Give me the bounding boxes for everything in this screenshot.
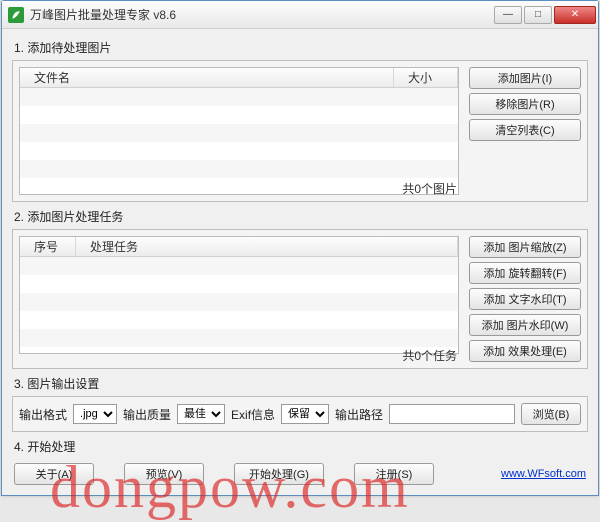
add-image-button[interactable]: 添加图片(I) — [469, 67, 581, 89]
file-list-rows — [20, 88, 458, 195]
section4-buttons: 关于(A) 预览(V) 开始处理(G) 注册(S) www.WFsoft.com — [12, 459, 588, 485]
window-controls: — □ ✕ — [494, 6, 596, 24]
task-list-header: 序号 处理任务 — [20, 237, 458, 257]
exif-select[interactable]: 保留 — [281, 404, 329, 424]
col-size[interactable]: 大小 — [394, 68, 458, 87]
add-zoom-button[interactable]: 添加 图片缩放(Z) — [469, 236, 581, 258]
about-button[interactable]: 关于(A) — [14, 463, 94, 485]
section1-panel: 文件名 大小 添加图片(I) 移除图片(R) 清空列表(C) 共0个图片 — [12, 60, 588, 202]
close-button[interactable]: ✕ — [554, 6, 596, 24]
col-seq[interactable]: 序号 — [20, 237, 76, 256]
clear-list-button[interactable]: 清空列表(C) — [469, 119, 581, 141]
quality-select[interactable]: 最佳 — [177, 404, 225, 424]
col-filename[interactable]: 文件名 — [20, 68, 394, 87]
section1-buttons: 添加图片(I) 移除图片(R) 清空列表(C) — [469, 67, 581, 195]
app-window: 万峰图片批量处理专家 v8.6 — □ ✕ 1. 添加待处理图片 文件名 大小 — [1, 0, 599, 496]
add-textwm-button[interactable]: 添加 文字水印(T) — [469, 288, 581, 310]
start-button[interactable]: 开始处理(G) — [234, 463, 324, 485]
format-select[interactable]: .jpg — [73, 404, 117, 424]
maximize-button[interactable]: □ — [524, 6, 552, 24]
content-area: 1. 添加待处理图片 文件名 大小 添加图片(I) 移除图片(R) 清空列表(C… — [2, 29, 598, 495]
file-count-label: 共0个图片 — [402, 180, 457, 197]
add-imgwm-button[interactable]: 添加 图片水印(W) — [469, 314, 581, 336]
minimize-button[interactable]: — — [494, 6, 522, 24]
section2-buttons: 添加 图片缩放(Z) 添加 旋转翻转(F) 添加 文字水印(T) 添加 图片水印… — [469, 236, 581, 362]
remove-image-button[interactable]: 移除图片(R) — [469, 93, 581, 115]
task-list[interactable]: 序号 处理任务 — [19, 236, 459, 354]
section4-label: 4. 开始处理 — [14, 438, 588, 455]
section3-panel: 输出格式 .jpg 输出质量 最佳 Exif信息 保留 输出路径 浏览(B) — [12, 396, 588, 432]
section2-panel: 序号 处理任务 添加 图片缩放(Z) 添加 旋转翻转(F) 添加 文字水印(T)… — [12, 229, 588, 369]
app-icon — [8, 7, 24, 23]
section1-label: 1. 添加待处理图片 — [14, 39, 588, 56]
add-rotate-button[interactable]: 添加 旋转翻转(F) — [469, 262, 581, 284]
add-effect-button[interactable]: 添加 效果处理(E) — [469, 340, 581, 362]
section2-label: 2. 添加图片处理任务 — [14, 208, 588, 225]
quality-label: 输出质量 — [123, 406, 171, 423]
output-path-input[interactable] — [389, 404, 515, 424]
section3-label: 3. 图片输出设置 — [14, 375, 588, 392]
format-label: 输出格式 — [19, 406, 67, 423]
titlebar: 万峰图片批量处理专家 v8.6 — □ ✕ — [2, 1, 598, 29]
exif-label: Exif信息 — [231, 406, 275, 423]
website-link[interactable]: www.WFsoft.com — [501, 468, 586, 480]
browse-button[interactable]: 浏览(B) — [521, 403, 581, 425]
preview-button[interactable]: 预览(V) — [124, 463, 204, 485]
col-task[interactable]: 处理任务 — [76, 237, 458, 256]
path-label: 输出路径 — [335, 406, 383, 423]
window-title: 万峰图片批量处理专家 v8.6 — [30, 6, 494, 23]
file-list-header: 文件名 大小 — [20, 68, 458, 88]
task-list-rows — [20, 257, 458, 347]
file-list[interactable]: 文件名 大小 — [19, 67, 459, 195]
task-count-label: 共0个任务 — [402, 347, 457, 364]
register-button[interactable]: 注册(S) — [354, 463, 434, 485]
